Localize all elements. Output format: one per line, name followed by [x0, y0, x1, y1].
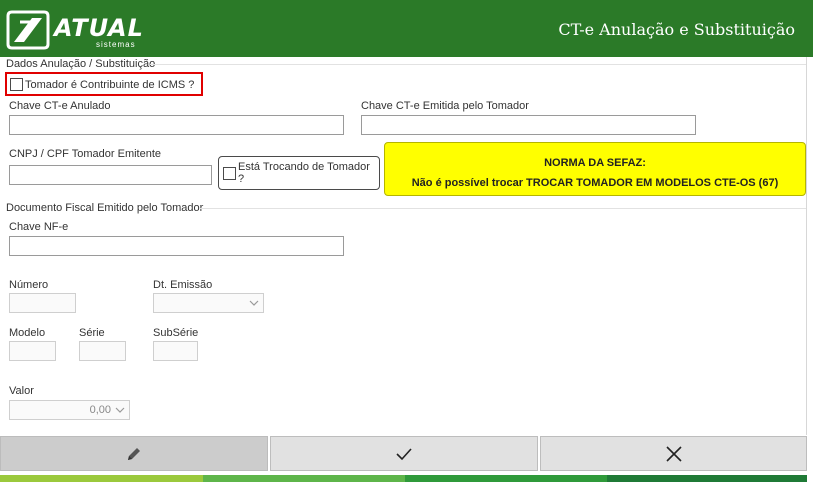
dt-emissao-select[interactable] [153, 293, 264, 313]
numero-input[interactable] [9, 293, 76, 313]
trocando-tomador-label: Está Trocando de Tomador ? [238, 161, 370, 185]
section-divider [150, 64, 806, 65]
chave-anulado-label: Chave CT-e Anulado [9, 100, 111, 112]
chave-anulado-input[interactable] [9, 115, 344, 135]
edit-button[interactable] [0, 436, 268, 471]
chevron-down-icon [249, 300, 259, 306]
section-divider [200, 208, 806, 209]
footer-bar-segment-3 [405, 475, 607, 482]
notice-title: NORMA DA SEFAZ: [544, 157, 646, 169]
section-title-documento: Documento Fiscal Emitido pelo Tomador [6, 202, 204, 214]
contribuinte-label: Tomador é Contribuinte de ICMS ? [25, 78, 195, 91]
serie-input[interactable] [79, 341, 126, 361]
valor-value: 0,00 [89, 404, 111, 416]
valor-label: Valor [9, 385, 34, 397]
atual-logo: ATUAL sistemas [6, 8, 143, 50]
chave-emitida-input[interactable] [361, 115, 696, 135]
sefaz-notice: NORMA DA SEFAZ: Não é possível trocar TR… [384, 142, 806, 196]
section-title-anulacao: Dados Anulação / Substituição [6, 58, 156, 70]
footer-bar-segment-4 [607, 475, 807, 482]
notice-text: Não é possível trocar TROCAR TOMADOR EM … [411, 177, 779, 189]
serie-label: Série [79, 327, 105, 339]
close-icon [665, 445, 682, 462]
pencil-icon [128, 447, 140, 460]
modelo-input[interactable] [9, 341, 56, 361]
footer-bar-segment-1 [0, 475, 203, 482]
valor-spinner[interactable]: 0,00 [9, 400, 130, 420]
cnpj-label: CNPJ / CPF Tomador Emitente [9, 148, 162, 160]
confirm-button[interactable] [270, 436, 538, 471]
app-header: ATUAL sistemas CT-e Anulação e Substitui… [0, 0, 813, 57]
chevron-down-icon [115, 407, 125, 413]
chave-nfe-label: Chave NF-e [9, 221, 69, 233]
page-title: CT-e Anulação e Substituição [558, 20, 795, 39]
numero-label: Número [9, 279, 49, 291]
chave-emitida-label: Chave CT-e Emitida pelo Tomador [361, 100, 529, 112]
trocando-tomador-checkbox[interactable] [223, 166, 236, 180]
contribuinte-checkbox-row[interactable]: Tomador é Contribuinte de ICMS ? [10, 78, 194, 91]
cnpj-input[interactable] [9, 165, 212, 185]
subserie-input[interactable] [153, 341, 198, 361]
trocando-tomador-checkbox-row[interactable]: Está Trocando de Tomador ? [218, 156, 380, 190]
contribuinte-checkbox[interactable] [10, 78, 23, 91]
modelo-label: Modelo [9, 327, 46, 339]
footer-bar-segment-2 [203, 475, 405, 482]
logo-subtext: sistemas [96, 40, 136, 49]
panel-border [806, 57, 807, 435]
dt-emissao-label: Dt. Emissão [153, 279, 213, 291]
chave-nfe-input[interactable] [9, 236, 344, 256]
logo-emblem-icon [6, 10, 50, 50]
subserie-label: SubSérie [153, 327, 199, 339]
check-icon [396, 447, 412, 460]
cancel-button[interactable] [540, 436, 807, 471]
logo-text: ATUAL [54, 14, 144, 42]
